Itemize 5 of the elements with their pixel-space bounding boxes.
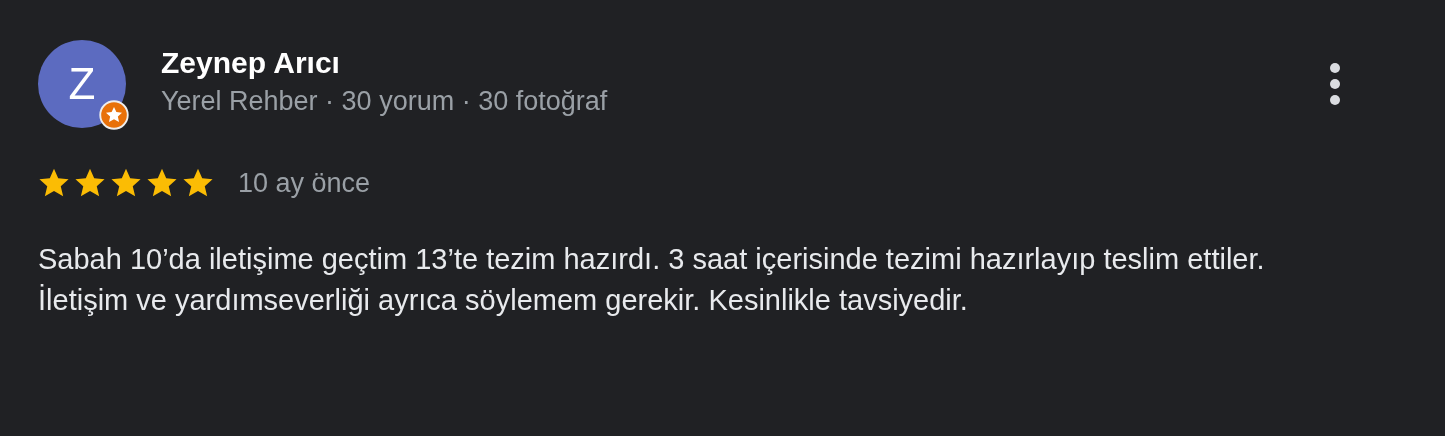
review-text: Sabah 10’da iletişime geçtim 13’te tezim hazırdı. 3 saat içerisinde tezimi hazırlayıp teslim ettiler. İletişim ve yardımseverliği ayrıca söylemem gerekir. Kesinlikle tavsiyedir. — [38, 242, 1266, 318]
author-meta: Yerel Rehber · 30 yorum · 30 fotoğraf — [161, 85, 609, 118]
avatar[interactable]: Z — [38, 40, 126, 128]
author-name[interactable]: Zeynep Arıcı — [161, 44, 1329, 82]
review-time: 10 ay önce — [238, 167, 371, 199]
